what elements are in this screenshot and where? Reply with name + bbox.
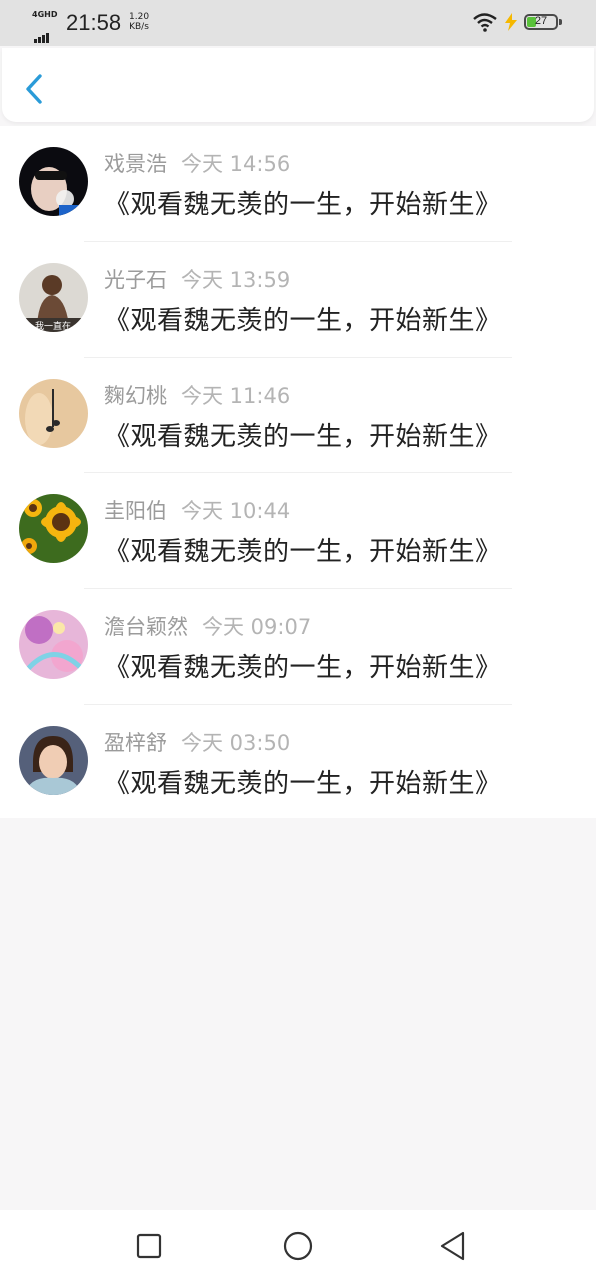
message-time: 今天 10:44: [181, 499, 291, 524]
sender-name: 澹台颖然 今天 09:07: [104, 615, 312, 640]
avatar[interactable]: [19, 725, 88, 795]
avatar-caption: 我一直在: [35, 320, 71, 332]
sender-name: 盈梓舒 今天 03:50: [104, 730, 291, 755]
sender-name: 麴幻桃 今天 11:46: [104, 383, 291, 408]
message-time: 今天 03:50: [181, 730, 291, 755]
message-time: 今天 11:46: [181, 383, 291, 408]
recent-apps-icon[interactable]: [133, 1230, 165, 1262]
battery-level: 27: [534, 15, 548, 27]
avatar[interactable]: [19, 147, 88, 216]
message-time: 今天 09:07: [202, 615, 312, 640]
status-time: 21:58: [66, 10, 122, 35]
chevron-left-icon[interactable]: [20, 72, 50, 106]
back-triangle-icon[interactable]: [437, 1230, 469, 1262]
battery-tip: [559, 19, 562, 25]
charging-icon: [505, 13, 517, 31]
sender-name: 光子石 今天 13:59: [104, 267, 291, 292]
battery-icon: 27: [524, 14, 558, 30]
sender-name: 圭阳伯 今天 10:44: [104, 499, 291, 524]
wifi-icon: [473, 13, 497, 32]
list-item[interactable]: 澹台颖然 今天 09:07 《观看魏无羡的一生，开始新生》: [0, 589, 596, 705]
nav-header: [2, 48, 594, 122]
speed-unit: KB/s: [129, 22, 149, 32]
list-item[interactable]: 盈梓舒 今天 03:50 《观看魏无羡的一生，开始新生》: [0, 705, 596, 821]
network-type: 4GHD: [32, 10, 58, 19]
avatar[interactable]: [19, 610, 88, 680]
status-bar: 4GHD 21:58 1.20 KB/s 27: [0, 0, 596, 46]
sender-name: 戏景浩 今天 14:56: [104, 152, 291, 176]
list-item[interactable]: 麴幻桃 今天 11:46 《观看魏无羡的一生，开始新生》: [0, 358, 596, 474]
list-item[interactable]: 我一直在 光子石 今天 13:59 《观看魏无羡的一生，开始新生》: [0, 242, 596, 358]
network-speed: 1.20 KB/s: [129, 12, 149, 32]
message-list: 戏景浩 今天 14:56 《观看魏无羡的一生，开始新生》 我一直在 光子石 今天 1…: [0, 126, 596, 818]
message-title: 《观看魏无羡的一生，开始新生》: [104, 190, 502, 220]
message-time: 今天 13:59: [181, 267, 291, 292]
message-title: 《观看魏无羡的一生，开始新生》: [104, 305, 502, 336]
message-title: 《观看魏无羡的一生，开始新生》: [104, 653, 502, 684]
home-icon[interactable]: [282, 1230, 314, 1262]
message-time: 今天 14:56: [181, 152, 291, 176]
speed-value: 1.20: [129, 12, 150, 22]
system-nav-bar: [0, 1210, 596, 1280]
avatar[interactable]: 我一直在: [19, 262, 88, 332]
list-item[interactable]: 戏景浩 今天 14:56 《观看魏无羡的一生，开始新生》: [0, 126, 596, 242]
signal-icon: 4GHD: [32, 10, 60, 43]
list-item[interactable]: 圭阳伯 今天 10:44 《观看魏无羡的一生，开始新生》: [0, 473, 596, 590]
message-title: 《观看魏无羡的一生，开始新生》: [104, 768, 502, 799]
message-title: 《观看魏无羡的一生，开始新生》: [104, 421, 502, 452]
avatar[interactable]: [19, 494, 88, 564]
avatar[interactable]: [19, 378, 88, 448]
message-title: 《观看魏无羡的一生，开始新生》: [104, 537, 502, 568]
